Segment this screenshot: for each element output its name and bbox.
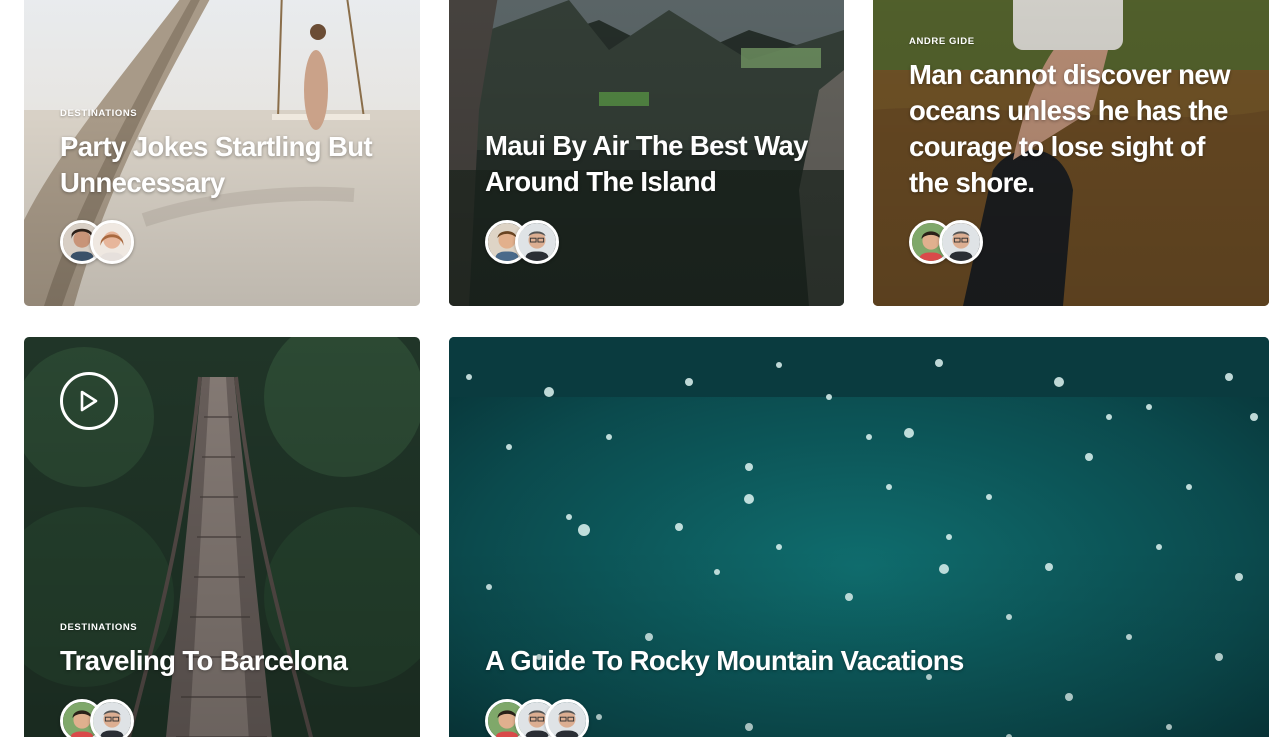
card-title[interactable]: Traveling To Barcelona — [60, 643, 390, 679]
avatar[interactable] — [939, 220, 983, 264]
author-avatars — [60, 220, 134, 264]
avatar[interactable] — [90, 220, 134, 264]
quote-author: Andre Gide — [909, 36, 975, 47]
card-title[interactable]: Party Jokes Startling But Unnecessary — [60, 129, 390, 201]
play-circle-icon[interactable] — [60, 372, 118, 430]
post-card-quote[interactable]: Andre Gide Man cannot discover new ocean… — [873, 0, 1269, 306]
author-avatars — [485, 699, 589, 737]
post-card-maui-by-air[interactable]: Maui By Air The Best Way Around The Isla… — [449, 0, 844, 306]
card-title[interactable]: A Guide To Rocky Mountain Vacations — [485, 643, 1239, 679]
avatar[interactable] — [545, 699, 589, 737]
post-card-rocky-mountain[interactable]: A Guide To Rocky Mountain Vacations — [449, 337, 1269, 737]
avatar[interactable] — [90, 699, 134, 737]
quote-text[interactable]: Man cannot discover new oceans unless he… — [909, 57, 1239, 201]
post-card-barcelona[interactable]: Destinations Traveling To Barcelona — [24, 337, 420, 737]
post-card-party-jokes[interactable]: Destinations Party Jokes Startling But U… — [24, 0, 420, 306]
card-category: Destinations — [60, 108, 138, 119]
card-title[interactable]: Maui By Air The Best Way Around The Isla… — [485, 128, 814, 200]
author-avatars — [60, 699, 134, 737]
author-avatars — [485, 220, 559, 264]
avatar[interactable] — [515, 220, 559, 264]
card-category: Destinations — [60, 622, 138, 633]
author-avatars — [909, 220, 983, 264]
